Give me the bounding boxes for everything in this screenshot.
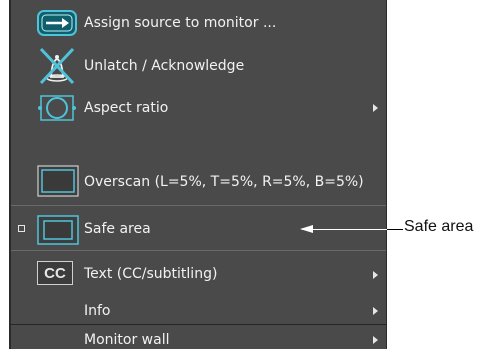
menu-item-aspect-ratio[interactable]: Aspect ratio xyxy=(11,86,386,127)
menu-item-label: Assign source to monitor ... xyxy=(84,15,277,31)
context-menu: Assign source to monitor ... Unlatch / A… xyxy=(9,0,387,349)
callout-line-ext xyxy=(387,229,403,230)
unlatch-acknowledge-icon xyxy=(39,47,75,85)
submenu-arrow-icon xyxy=(373,104,378,112)
safe-area-checkbox[interactable] xyxy=(18,225,25,232)
assign-source-icon xyxy=(37,10,77,36)
menu-item-label: Aspect ratio xyxy=(84,100,169,116)
menu-item-monitor-wall[interactable]: Monitor wall xyxy=(11,325,386,349)
overscan-icon xyxy=(37,165,79,197)
callout-arrow-icon xyxy=(300,225,313,233)
callout-label: Safe area xyxy=(404,218,474,235)
menu-item-label: Monitor wall xyxy=(84,332,170,348)
cc-icon: CC xyxy=(37,261,73,285)
menu-item-label: Overscan (L=5%, T=5%, R=5%, B=5%) xyxy=(84,174,364,190)
menu-item-label: Safe area xyxy=(84,221,151,237)
menu-item-safe-area[interactable]: Safe area xyxy=(11,206,386,250)
menu-item-label: Text (CC/subtitling) xyxy=(84,266,218,282)
submenu-arrow-icon xyxy=(373,307,378,315)
submenu-arrow-icon xyxy=(373,336,378,344)
menu-item-text-cc[interactable]: CC Text (CC/subtitling) xyxy=(11,251,386,296)
menu-item-label: Unlatch / Acknowledge xyxy=(84,58,245,74)
aspect-ratio-icon xyxy=(38,95,76,121)
menu-item-label: Info xyxy=(84,303,111,319)
menu-item-unlatch-acknowledge[interactable]: Unlatch / Acknowledge xyxy=(11,41,386,86)
menu-item-info[interactable]: Info xyxy=(11,296,386,322)
menu-item-assign-source[interactable]: Assign source to monitor ... xyxy=(11,0,386,41)
cc-icon-text: CC xyxy=(44,264,66,282)
menu-item-overscan[interactable]: Overscan (L=5%, T=5%, R=5%, B=5%) xyxy=(11,127,386,205)
submenu-arrow-icon xyxy=(373,271,378,279)
safe-area-icon xyxy=(37,215,79,245)
